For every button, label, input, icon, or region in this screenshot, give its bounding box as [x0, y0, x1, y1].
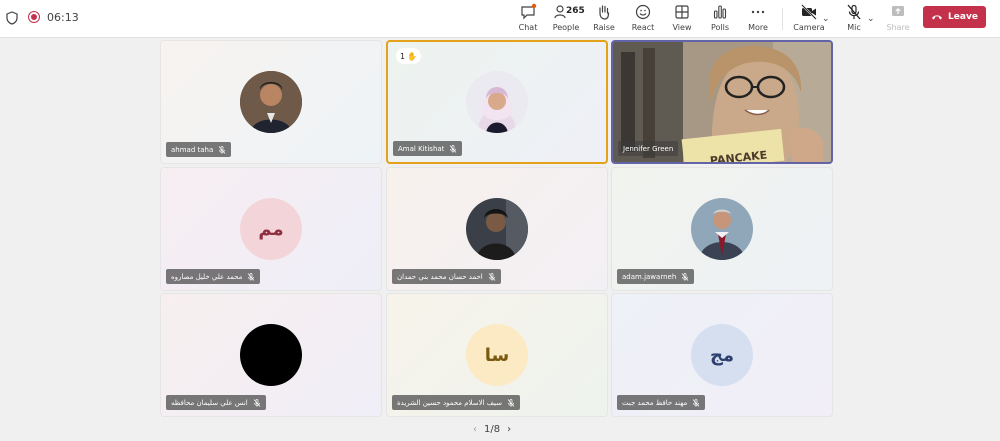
mic-muted-icon [692, 398, 700, 407]
react-button[interactable]: React [630, 2, 656, 36]
profile-photo [240, 71, 302, 133]
mic-muted-icon [507, 398, 515, 407]
raised-hand-badge: 1 ✋ [396, 48, 422, 64]
mic-options-chevron-icon[interactable]: ⌄ [867, 14, 875, 24]
mic-muted-icon [681, 272, 689, 281]
avatar-initials: مم [240, 198, 302, 260]
more-dots-icon [751, 10, 765, 14]
smiley-icon [635, 4, 651, 20]
mic-muted-icon [253, 398, 260, 407]
avatar-initials: مج [691, 324, 753, 386]
share-screen-icon [892, 6, 904, 16]
mic-button[interactable]: Mic [842, 2, 866, 36]
participant-tile-video[interactable]: PANCAKE Jennifer Green [611, 40, 833, 164]
avatar [240, 324, 302, 386]
participant-name-tag: سيف الاسلام محمود حسين الشريدة [392, 395, 520, 410]
mic-muted-icon [218, 145, 226, 154]
participant-tile[interactable]: مم محمد علي خليل مصاروه [160, 167, 382, 291]
participant-tile[interactable]: مج مهند حافظ محمد جبت [611, 293, 833, 417]
avatar [691, 198, 753, 260]
participant-name-tag: ahmad taha [166, 142, 232, 157]
participant-name-tag: مهند حافظ محمد جبت [617, 395, 706, 410]
participant-name-tag: احمد حسان محمد بني حمدان [392, 269, 501, 284]
chevron-right-icon[interactable]: › [507, 424, 511, 435]
participant-tile[interactable]: انس علي سليمان محافظه [160, 293, 382, 417]
raised-hand-icon: ✋ [407, 51, 418, 61]
mic-muted-icon [248, 272, 255, 281]
participant-name-tag: Jennifer Green [618, 141, 679, 156]
mic-off-icon [847, 4, 861, 20]
meeting-toolbar: 06:13 Chat 265 People Raise React View P… [0, 0, 1000, 38]
toolbar-divider [782, 8, 783, 30]
mic-muted-icon [450, 144, 457, 153]
participant-name-tag: Amal Kitishat [393, 141, 463, 156]
people-button[interactable]: 265 People [552, 2, 585, 36]
chat-button[interactable]: Chat [516, 2, 540, 36]
participant-name-tag: انس علي سليمان محافظه [166, 395, 266, 410]
avatar [466, 71, 528, 133]
avatar-initials: سا [466, 324, 528, 386]
view-button[interactable]: View [670, 2, 694, 36]
camera-button[interactable]: Camera [793, 2, 825, 36]
people-count: 265 [566, 6, 585, 16]
hang-up-icon [932, 15, 943, 20]
more-button[interactable]: More [746, 2, 770, 36]
camera-options-chevron-icon[interactable]: ⌄ [822, 14, 830, 24]
camera-off-icon [801, 4, 817, 20]
meeting-timer: 06:13 [47, 11, 79, 24]
recording-icon [28, 11, 40, 23]
participant-name-tag: adam.jawarneh [617, 269, 695, 284]
mic-muted-icon [488, 272, 496, 281]
poll-icon [713, 5, 727, 19]
raise-hand-button[interactable]: Raise [592, 2, 616, 36]
participant-tile[interactable]: ahmad taha [160, 40, 382, 164]
share-button[interactable]: Share [886, 2, 910, 36]
participant-name-tag: محمد علي خليل مصاروه [166, 269, 261, 284]
leave-button[interactable]: Leave [923, 6, 986, 28]
profile-photo [691, 198, 753, 260]
polls-button[interactable]: Polls [708, 2, 732, 36]
raise-hand-icon [599, 5, 610, 20]
page-indicator: 1/8 [484, 424, 501, 435]
chat-icon [521, 3, 537, 20]
participant-tile[interactable]: احمد حسان محمد بني حمدان [386, 167, 608, 291]
gallery-pager: ‹ 1/8 › [473, 424, 511, 435]
profile-photo [466, 198, 528, 260]
grid-view-icon [675, 5, 689, 19]
profile-photo [466, 71, 528, 133]
participant-tile[interactable]: سا سيف الاسلام محمود حسين الشريدة [386, 293, 608, 417]
shield-icon[interactable] [6, 11, 18, 25]
participant-tile[interactable]: adam.jawarneh [611, 167, 833, 291]
avatar [240, 71, 302, 133]
participant-tile-active-speaker[interactable]: 1 ✋ Amal Kitishat [386, 40, 608, 164]
chevron-left-icon[interactable]: ‹ [473, 424, 477, 435]
avatar [466, 198, 528, 260]
